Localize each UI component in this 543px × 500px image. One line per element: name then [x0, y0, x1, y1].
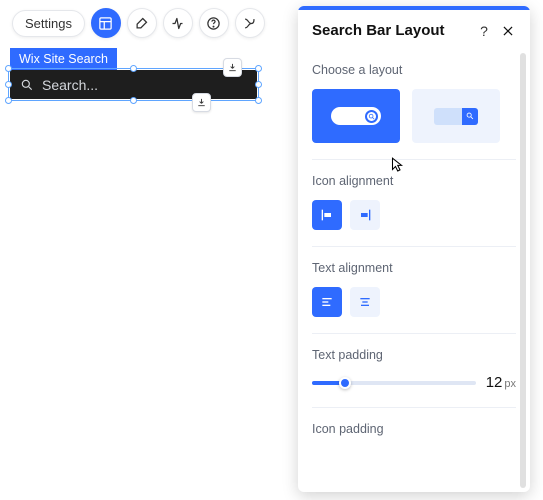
- layout-panel-button[interactable]: [91, 8, 121, 38]
- panel-header: Search Bar Layout ?: [298, 10, 530, 49]
- search-icon: [465, 111, 475, 121]
- section-label: Text padding: [312, 348, 516, 362]
- icon-align-left[interactable]: [312, 200, 342, 230]
- layout-settings-panel: Search Bar Layout ? Choose a layout: [298, 6, 530, 492]
- question-icon: ?: [480, 23, 488, 39]
- text-padding-value[interactable]: 12px: [486, 374, 516, 391]
- icon-align-right[interactable]: [350, 200, 380, 230]
- drag-handle-top[interactable]: [223, 58, 242, 77]
- panel-body[interactable]: Choose a layout Icon alignment: [298, 49, 530, 492]
- section-label: Icon padding: [312, 422, 516, 436]
- text-padding-slider[interactable]: [312, 381, 476, 385]
- design-button[interactable]: [127, 8, 157, 38]
- text-align-left[interactable]: [312, 287, 342, 317]
- download-icon: [227, 62, 238, 73]
- resize-handle[interactable]: [255, 97, 262, 104]
- panel-help-button[interactable]: ?: [476, 23, 492, 39]
- floating-toolbar: Settings: [12, 8, 265, 38]
- resize-handle[interactable]: [255, 81, 262, 88]
- slider-thumb[interactable]: [339, 377, 351, 389]
- text-padding-number: 12: [486, 374, 503, 391]
- align-left-icon: [319, 207, 335, 223]
- text-align-left-icon: [319, 294, 335, 310]
- text-align-center[interactable]: [350, 287, 380, 317]
- section-label: Icon alignment: [312, 174, 516, 188]
- layout-option-expanded[interactable]: [312, 89, 400, 143]
- section-label: Text alignment: [312, 261, 516, 275]
- stretch-button[interactable]: [235, 8, 265, 38]
- section-label: Choose a layout: [312, 63, 516, 77]
- search-icon: [367, 112, 376, 121]
- layout-icon: [98, 16, 113, 31]
- section-icon-padding: Icon padding: [312, 408, 516, 464]
- resize-handle[interactable]: [5, 65, 12, 72]
- layout-option-compact[interactable]: [412, 89, 500, 143]
- resize-handle[interactable]: [255, 65, 262, 72]
- stretch-icon: [242, 16, 257, 31]
- text-padding-unit: px: [504, 378, 516, 390]
- download-icon: [196, 97, 207, 108]
- resize-handle[interactable]: [5, 81, 12, 88]
- resize-handle[interactable]: [130, 97, 137, 104]
- align-right-icon: [357, 207, 373, 223]
- section-choose-layout: Choose a layout: [312, 49, 516, 160]
- animation-button[interactable]: [163, 8, 193, 38]
- question-icon: [206, 16, 221, 31]
- panel-title: Search Bar Layout: [312, 22, 468, 39]
- text-align-center-icon: [357, 294, 373, 310]
- widget-badge: Wix Site Search: [10, 48, 117, 70]
- section-text-padding: Text padding 12px: [312, 334, 516, 408]
- widget-badge-label: Wix Site Search: [19, 52, 108, 66]
- close-icon: [501, 24, 515, 38]
- selected-widget[interactable]: Wix Site Search Search...: [10, 48, 257, 99]
- section-icon-alignment: Icon alignment: [312, 160, 516, 247]
- settings-button[interactable]: Settings: [12, 10, 85, 37]
- motion-icon: [170, 16, 185, 31]
- paintbrush-icon: [134, 16, 149, 31]
- settings-button-label: Settings: [25, 16, 72, 31]
- section-text-alignment: Text alignment: [312, 247, 516, 334]
- panel-close-button[interactable]: [500, 23, 516, 39]
- help-button[interactable]: [199, 8, 229, 38]
- drag-handle-bottom[interactable]: [192, 93, 211, 112]
- resize-handle[interactable]: [5, 97, 12, 104]
- resize-handle[interactable]: [130, 65, 137, 72]
